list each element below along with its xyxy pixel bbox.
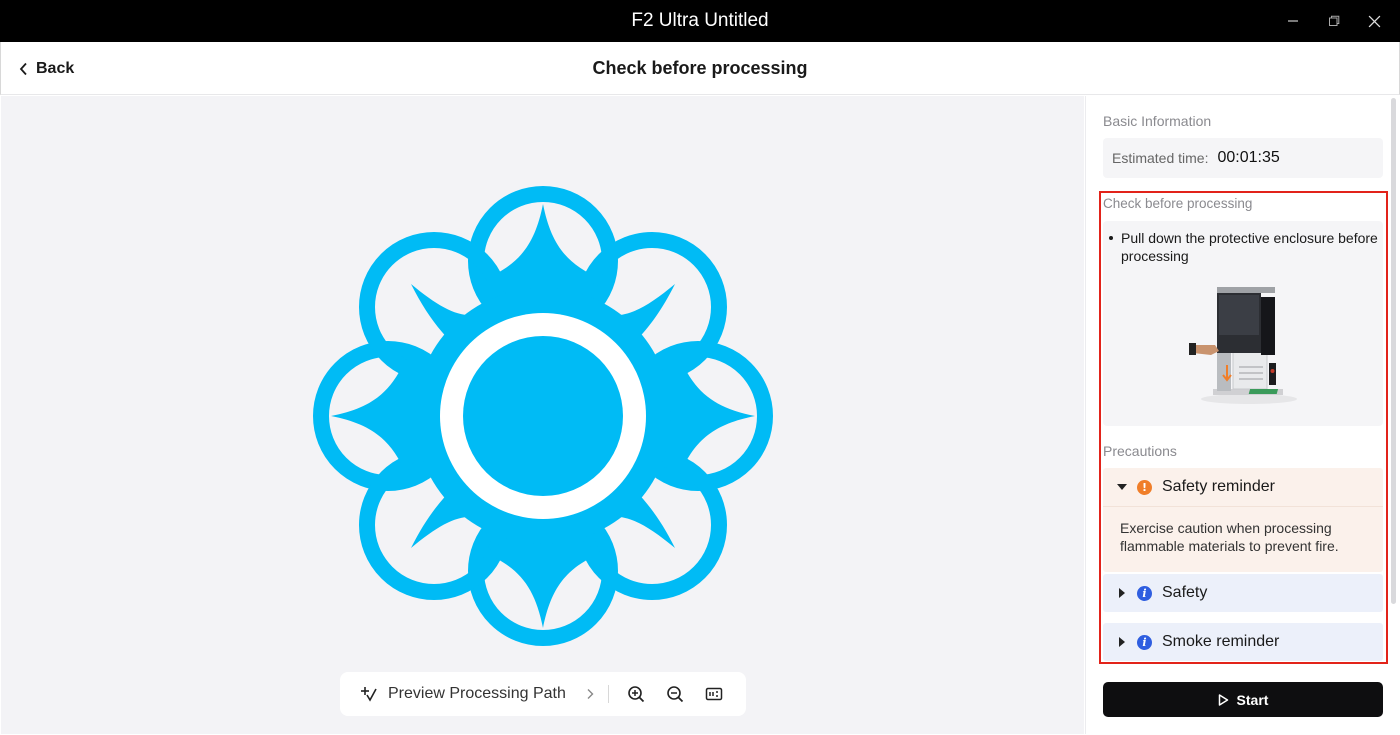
chevron-right-icon <box>587 689 594 699</box>
window-title: F2 Ultra Untitled <box>631 10 769 31</box>
minimize-button[interactable] <box>1279 8 1307 34</box>
page-title: Check before processing <box>592 58 808 78</box>
safety-reminder-header[interactable]: ! Safety reminder <box>1103 468 1383 506</box>
preview-canvas[interactable]: Preview Processing Path <box>1 96 1084 734</box>
close-button[interactable] <box>1360 8 1388 34</box>
back-button[interactable]: Back <box>19 42 74 95</box>
estimated-time-value: 00:01:35 <box>1217 149 1280 166</box>
toolbar-divider <box>607 685 609 703</box>
zoom-out-icon <box>667 686 683 703</box>
safety-reminder-title: Safety reminder <box>1162 478 1275 495</box>
check-item-text: Pull down the protective enclosure befor… <box>1121 230 1378 264</box>
smoke-reminder-header[interactable]: i Smoke reminder <box>1103 623 1383 661</box>
preview-path-icon <box>361 687 377 702</box>
precautions-label: Precautions <box>1103 443 1177 459</box>
estimated-time-label: Estimated time: <box>1112 150 1209 166</box>
play-icon <box>1218 693 1228 706</box>
fit-to-screen-button[interactable] <box>701 681 727 707</box>
estimated-time-box: Estimated time: 00:01:35 <box>1103 138 1383 178</box>
back-label: Back <box>36 59 75 77</box>
zoom-in-icon <box>628 686 644 703</box>
laser-machine-enclosure-illustration <box>1189 287 1297 404</box>
caret-right-icon <box>1117 588 1127 598</box>
preview-processing-path-button[interactable]: Preview Processing Path <box>360 685 566 703</box>
check-item: Pull down the protective enclosure befor… <box>1109 229 1379 265</box>
bullet-icon <box>1109 236 1113 240</box>
info-icon: i <box>1137 634 1152 650</box>
zoom-in-button[interactable] <box>623 681 649 707</box>
warning-icon: ! <box>1137 479 1152 495</box>
flower-mandala-design <box>313 186 773 646</box>
check-item-card: Pull down the protective enclosure befor… <box>1103 221 1383 426</box>
start-button[interactable]: Start <box>1103 682 1383 717</box>
precaution-smoke-reminder: i Smoke reminder <box>1103 623 1383 661</box>
title-bar: F2 Ultra Untitled <box>0 0 1400 42</box>
safety-header[interactable]: i Safety <box>1103 574 1383 612</box>
check-before-processing-label: Check before processing <box>1103 196 1253 211</box>
safety-title: Safety <box>1162 584 1208 601</box>
panel-scrollbar[interactable] <box>1391 98 1396 604</box>
expand-preview-button[interactable] <box>586 688 594 700</box>
precaution-safety-reminder: ! Safety reminder Exercise caution when … <box>1103 468 1383 572</box>
minimize-icon <box>1288 20 1298 22</box>
caret-down-icon <box>1117 482 1127 492</box>
preview-processing-path-label: Preview Processing Path <box>388 685 566 702</box>
basic-information-label: Basic Information <box>1103 113 1212 129</box>
safety-reminder-body: Exercise caution when processing flammab… <box>1103 506 1383 572</box>
smoke-reminder-title: Smoke reminder <box>1162 633 1280 650</box>
start-label: Start <box>1236 691 1269 708</box>
zoom-out-button[interactable] <box>662 681 688 707</box>
info-icon: i <box>1137 585 1152 601</box>
fit-to-screen-icon <box>705 687 723 701</box>
chevron-left-icon <box>19 62 27 75</box>
page-header: Back Check before processing <box>0 42 1400 95</box>
processing-panel: Basic Information Estimated time: 00:01:… <box>1085 96 1399 734</box>
close-icon <box>1368 15 1380 27</box>
restore-icon <box>1329 15 1340 26</box>
precaution-safety: i Safety <box>1103 574 1383 612</box>
caret-right-icon <box>1117 637 1127 647</box>
canvas-toolbar: Preview Processing Path <box>340 672 746 716</box>
restore-button[interactable] <box>1320 8 1348 34</box>
